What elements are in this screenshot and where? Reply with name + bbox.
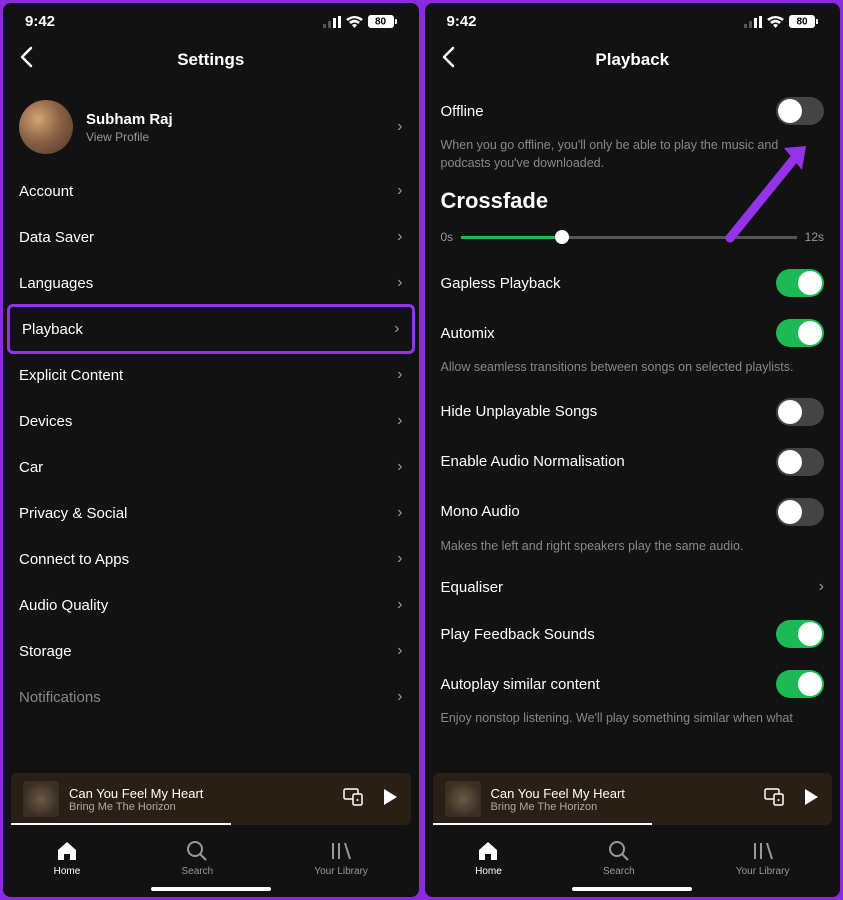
hide-toggle[interactable] (776, 398, 824, 426)
chevron-right-icon: › (397, 596, 402, 614)
chevron-right-icon: › (397, 182, 402, 200)
toggle-normalize: Enable Audio Normalisation (441, 437, 825, 487)
chevron-right-icon: › (397, 118, 402, 136)
chevron-right-icon: › (394, 320, 399, 338)
tab-search[interactable]: Search (603, 839, 635, 877)
tab-library[interactable]: Your Library (736, 839, 790, 877)
page-title: Playback (595, 50, 669, 70)
np-artist: Bring Me The Horizon (491, 801, 755, 813)
home-indicator[interactable] (151, 887, 271, 891)
profile-sub: View Profile (86, 130, 384, 144)
chevron-right-icon: › (397, 274, 402, 292)
menu-languages[interactable]: Languages› (19, 260, 403, 306)
gapless-toggle[interactable] (776, 269, 824, 297)
status-bar: 9:42 (3, 3, 419, 34)
slider-min: 0s (441, 230, 454, 244)
wifi-icon (767, 16, 784, 28)
header: Settings (3, 34, 419, 86)
toggle-offline: Offline (441, 86, 825, 136)
feedback-toggle[interactable] (776, 620, 824, 648)
autoplay-toggle[interactable] (776, 670, 824, 698)
crossfade-slider-row: 0s 12s (441, 226, 825, 258)
toggle-gapless: Gapless Playback (441, 258, 825, 308)
back-button[interactable] (441, 46, 455, 74)
battery-icon (368, 15, 397, 28)
offline-toggle[interactable] (776, 97, 824, 125)
toggle-feedback: Play Feedback Sounds (441, 609, 825, 659)
play-icon[interactable] (381, 788, 399, 811)
autoplay-desc: Enjoy nonstop listening. We'll play some… (441, 709, 825, 738)
toggle-hide: Hide Unplayable Songs (441, 387, 825, 437)
status-icons (323, 15, 397, 28)
status-bar: 9:42 (425, 3, 841, 34)
crossfade-title: Crossfade (441, 182, 825, 226)
menu-playback[interactable]: Playback› (7, 304, 415, 354)
tab-search[interactable]: Search (181, 839, 213, 877)
chevron-right-icon: › (397, 412, 402, 430)
menu-privacy[interactable]: Privacy & Social› (19, 490, 403, 536)
battery-icon (789, 15, 818, 28)
status-time: 9:42 (447, 13, 477, 30)
status-icons (744, 15, 818, 28)
album-art (445, 781, 481, 817)
menu-account[interactable]: Account› (19, 168, 403, 214)
toggle-autoplay: Autoplay similar content (441, 659, 825, 709)
cellular-icon (744, 16, 762, 28)
chevron-right-icon: › (397, 550, 402, 568)
now-playing-bar[interactable]: Can You Feel My Heart Bring Me The Horiz… (433, 773, 833, 825)
automix-toggle[interactable] (776, 319, 824, 347)
tab-home[interactable]: Home (475, 839, 502, 877)
chevron-right-icon: › (397, 458, 402, 476)
np-title: Can You Feel My Heart (69, 786, 333, 801)
phone-playback: 9:42 Playback Offline When you go offlin… (425, 3, 841, 897)
chevron-right-icon: › (819, 578, 824, 596)
menu-explicit[interactable]: Explicit Content› (19, 352, 403, 398)
np-artist: Bring Me The Horizon (69, 801, 333, 813)
chevron-right-icon: › (397, 228, 402, 246)
mono-toggle[interactable] (776, 498, 824, 526)
chevron-right-icon: › (397, 504, 402, 522)
progress-bar (11, 823, 231, 825)
now-playing-bar[interactable]: Can You Feel My Heart Bring Me The Horiz… (11, 773, 411, 825)
status-time: 9:42 (25, 13, 55, 30)
phone-settings: 9:42 Settings Subham Raj View Profile › … (3, 3, 419, 897)
back-button[interactable] (19, 46, 33, 74)
menu-devices[interactable]: Devices› (19, 398, 403, 444)
menu-storage[interactable]: Storage› (19, 628, 403, 674)
cellular-icon (323, 16, 341, 28)
profile-name: Subham Raj (86, 111, 384, 128)
toggle-automix: Automix (441, 308, 825, 358)
play-icon[interactable] (802, 788, 820, 811)
mono-desc: Makes the left and right speakers play t… (441, 537, 825, 566)
menu-audio-quality[interactable]: Audio Quality› (19, 582, 403, 628)
connect-device-icon[interactable] (764, 788, 784, 811)
home-indicator[interactable] (572, 887, 692, 891)
wifi-icon (346, 16, 363, 28)
connect-device-icon[interactable] (343, 788, 363, 811)
np-title: Can You Feel My Heart (491, 786, 755, 801)
chevron-right-icon: › (397, 688, 402, 706)
page-title: Settings (177, 50, 244, 70)
automix-desc: Allow seamless transitions between songs… (441, 358, 825, 387)
offline-desc: When you go offline, you'll only be able… (441, 136, 825, 182)
normalize-toggle[interactable] (776, 448, 824, 476)
slider-max: 12s (805, 230, 824, 244)
equaliser-row[interactable]: Equaliser › (441, 565, 825, 609)
menu-notifications[interactable]: Notifications› (19, 674, 403, 720)
album-art (23, 781, 59, 817)
tab-library[interactable]: Your Library (314, 839, 368, 877)
menu-data-saver[interactable]: Data Saver› (19, 214, 403, 260)
menu-car[interactable]: Car› (19, 444, 403, 490)
progress-bar (433, 823, 653, 825)
chevron-right-icon: › (397, 366, 402, 384)
profile-row[interactable]: Subham Raj View Profile › (19, 86, 403, 168)
chevron-right-icon: › (397, 642, 402, 660)
menu-connect[interactable]: Connect to Apps› (19, 536, 403, 582)
header: Playback (425, 34, 841, 86)
avatar (19, 100, 73, 154)
tab-home[interactable]: Home (54, 839, 81, 877)
crossfade-slider[interactable] (461, 236, 796, 239)
toggle-mono: Mono Audio (441, 487, 825, 537)
